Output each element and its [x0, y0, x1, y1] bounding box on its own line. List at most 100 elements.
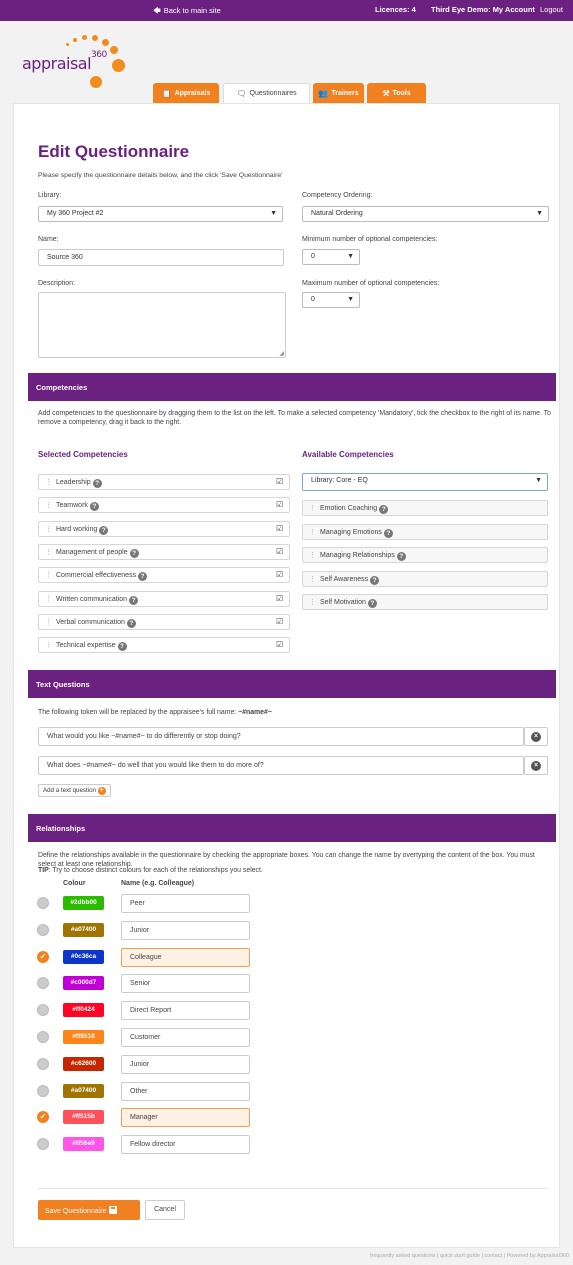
available-library-select[interactable]: Library: Core - EQ ▼ — [302, 473, 548, 491]
available-competency-item[interactable]: ⋮ Managing Relationships? — [302, 547, 548, 563]
available-competency-item[interactable]: ⋮ Self Motivation? — [302, 594, 548, 610]
min-optional-select[interactable]: 0 ▼ — [302, 249, 360, 265]
colour-swatch[interactable]: #0c36ca — [63, 949, 104, 964]
appraisal360-logo[interactable]: appraisal360 — [18, 32, 128, 94]
colour-swatch[interactable]: #2dbb00 — [63, 896, 104, 910]
mandatory-checkbox[interactable]: ☑ — [276, 571, 284, 579]
name-input[interactable]: Source 360 — [38, 249, 284, 266]
mandatory-checkbox[interactable]: ☑ — [276, 594, 284, 603]
drag-handle-icon[interactable]: ⋮ — [45, 572, 52, 579]
relationship-name-input[interactable]: Other — [121, 1081, 250, 1101]
add-text-question-button[interactable]: Add a text question + — [38, 784, 111, 797]
drag-handle-icon[interactable]: ⋮ — [309, 552, 316, 559]
mandatory-checkbox[interactable]: ☑ — [276, 617, 284, 626]
tab-trainers[interactable]: 👥 Trainers — [313, 83, 364, 103]
help-icon[interactable]: ? — [138, 572, 148, 582]
help-icon[interactable]: ? — [126, 618, 136, 628]
colour-swatch[interactable]: #ff0424 — [63, 1003, 104, 1018]
mandatory-checkbox[interactable]: ☑ — [276, 524, 284, 533]
colour-swatch[interactable]: #a07400 — [63, 922, 104, 937]
drag-handle-icon[interactable]: ⋮ — [45, 596, 52, 603]
help-icon[interactable]: ? — [129, 595, 139, 605]
drag-handle-icon[interactable]: ⋮ — [45, 549, 52, 556]
logout-link[interactable]: Logout — [540, 5, 563, 14]
selected-competency-item[interactable]: ⋮ Written communication? ☑ — [38, 590, 290, 607]
colour-swatch[interactable]: #ff515b — [63, 1110, 104, 1125]
relationship-checkbox[interactable] — [37, 1031, 49, 1043]
resize-handle-icon[interactable]: ◢ — [279, 350, 284, 357]
selected-competency-item[interactable]: ⋮ Teamwork? ☑ — [38, 497, 290, 514]
tab-questionnaires[interactable]: 🗨 Questionnaires — [223, 83, 310, 103]
selected-competency-item[interactable]: ⋮ Hard working? ☑ — [38, 520, 290, 537]
help-icon[interactable]: ? — [383, 528, 393, 538]
drag-handle-icon[interactable]: ⋮ — [309, 576, 316, 583]
available-competency-item[interactable]: ⋮ Managing Emotions? — [302, 523, 548, 540]
drag-handle-icon[interactable]: ⋮ — [45, 619, 52, 626]
selected-competency-item[interactable]: ⋮ Commercial effectiveness? ☑ — [38, 567, 290, 584]
relationship-name-input[interactable]: Peer — [121, 894, 250, 913]
colour-swatch[interactable]: #c62600 — [63, 1056, 104, 1071]
relationship-name-input[interactable]: Colleague — [121, 947, 250, 967]
help-icon[interactable]: ? — [117, 642, 127, 652]
relationship-checkbox[interactable] — [37, 1084, 49, 1097]
selected-competency-item[interactable]: ⋮ Verbal communication? ☑ — [38, 613, 290, 630]
mandatory-checkbox[interactable]: ☑ — [276, 478, 284, 486]
relationship-checkbox[interactable]: ✓ — [37, 950, 49, 963]
relationship-name-input[interactable]: Fellow director — [121, 1135, 250, 1155]
colour-swatch[interactable]: #ff56e9 — [63, 1137, 104, 1152]
footer-links[interactable]: frequently asked questions | quick start… — [370, 1253, 569, 1259]
divider — [38, 1188, 548, 1189]
mandatory-checkbox[interactable]: ☑ — [276, 547, 284, 556]
cancel-button[interactable]: Cancel — [145, 1200, 185, 1220]
relationship-name-input[interactable]: Direct Report — [121, 1001, 250, 1021]
ordering-select[interactable]: Natural Ordering ▼ — [302, 206, 549, 222]
tab-tools[interactable]: ⚒ Tools — [367, 83, 426, 103]
relationship-name-input[interactable]: Junior — [121, 1054, 250, 1074]
available-competency-item[interactable]: ⋮ Emotion Coaching? — [302, 500, 548, 516]
available-competency-item[interactable]: ⋮ Self Awareness? — [302, 570, 548, 587]
selected-competency-item[interactable]: ⋮ Management of people? ☑ — [38, 543, 290, 560]
drag-handle-icon[interactable]: ⋮ — [45, 526, 52, 533]
competencies-help: Add competencies to the questionnaire by… — [38, 410, 551, 426]
help-icon[interactable]: ? — [396, 552, 406, 561]
relationship-name-input[interactable]: Customer — [121, 1028, 250, 1047]
relationship-name-input[interactable]: Senior — [121, 974, 250, 994]
drag-handle-icon[interactable]: ⋮ — [45, 479, 52, 486]
drag-handle-icon[interactable]: ⋮ — [309, 599, 316, 606]
colour-swatch[interactable]: #a07400 — [63, 1083, 104, 1098]
drag-handle-icon[interactable]: ⋮ — [309, 505, 316, 512]
relationship-checkbox[interactable] — [37, 1057, 49, 1070]
colour-swatch[interactable]: #ff8518 — [63, 1030, 104, 1044]
library-select[interactable]: My 360 Project #2 ▼ — [38, 206, 283, 222]
relationship-name-input[interactable]: Junior — [121, 920, 250, 940]
text-question-input[interactable]: What would you like ~#name#~ to do diffe… — [38, 727, 524, 746]
back-to-main-site-link[interactable]: 🡄 Back to main site — [153, 5, 221, 18]
relationship-name-input[interactable]: Manager — [121, 1108, 250, 1128]
help-icon[interactable]: ? — [370, 575, 380, 585]
help-icon[interactable]: ? — [129, 548, 139, 558]
drag-handle-icon[interactable]: ⋮ — [45, 642, 52, 649]
help-icon[interactable]: ? — [99, 525, 109, 535]
mandatory-checkbox[interactable]: ☑ — [276, 641, 284, 649]
remove-question-button[interactable]: × — [524, 727, 548, 746]
help-icon[interactable]: ? — [379, 505, 389, 514]
name-label: Name: — [38, 236, 59, 243]
mandatory-checkbox[interactable]: ☑ — [276, 501, 284, 509]
drag-handle-icon[interactable]: ⋮ — [45, 502, 52, 509]
help-icon[interactable]: ? — [89, 502, 99, 512]
selected-competency-item[interactable]: ⋮ Leadership? ☑ — [38, 474, 290, 490]
drag-handle-icon[interactable]: ⋮ — [309, 529, 316, 536]
remove-question-button[interactable]: × — [524, 756, 548, 775]
tab-appraisals[interactable]: 📋 Appraisals — [153, 83, 219, 103]
colour-swatch[interactable]: #c000d7 — [63, 976, 104, 991]
relationship-checkbox[interactable] — [37, 897, 49, 909]
my-account-link[interactable]: My Account — [493, 5, 535, 14]
relationship-checkbox[interactable] — [37, 923, 49, 936]
text-question-input[interactable]: What does ~#name#~ do well that you woul… — [38, 756, 524, 775]
help-icon[interactable]: ? — [92, 479, 102, 488]
description-textarea[interactable]: ◢ — [38, 292, 286, 358]
selected-competency-item[interactable]: ⋮ Technical expertise? ☑ — [38, 637, 290, 654]
help-icon[interactable]: ? — [367, 599, 377, 608]
save-questionnaire-button[interactable]: Save Questionnaire — [38, 1200, 140, 1220]
max-optional-select[interactable]: 0 ▼ — [302, 292, 360, 308]
